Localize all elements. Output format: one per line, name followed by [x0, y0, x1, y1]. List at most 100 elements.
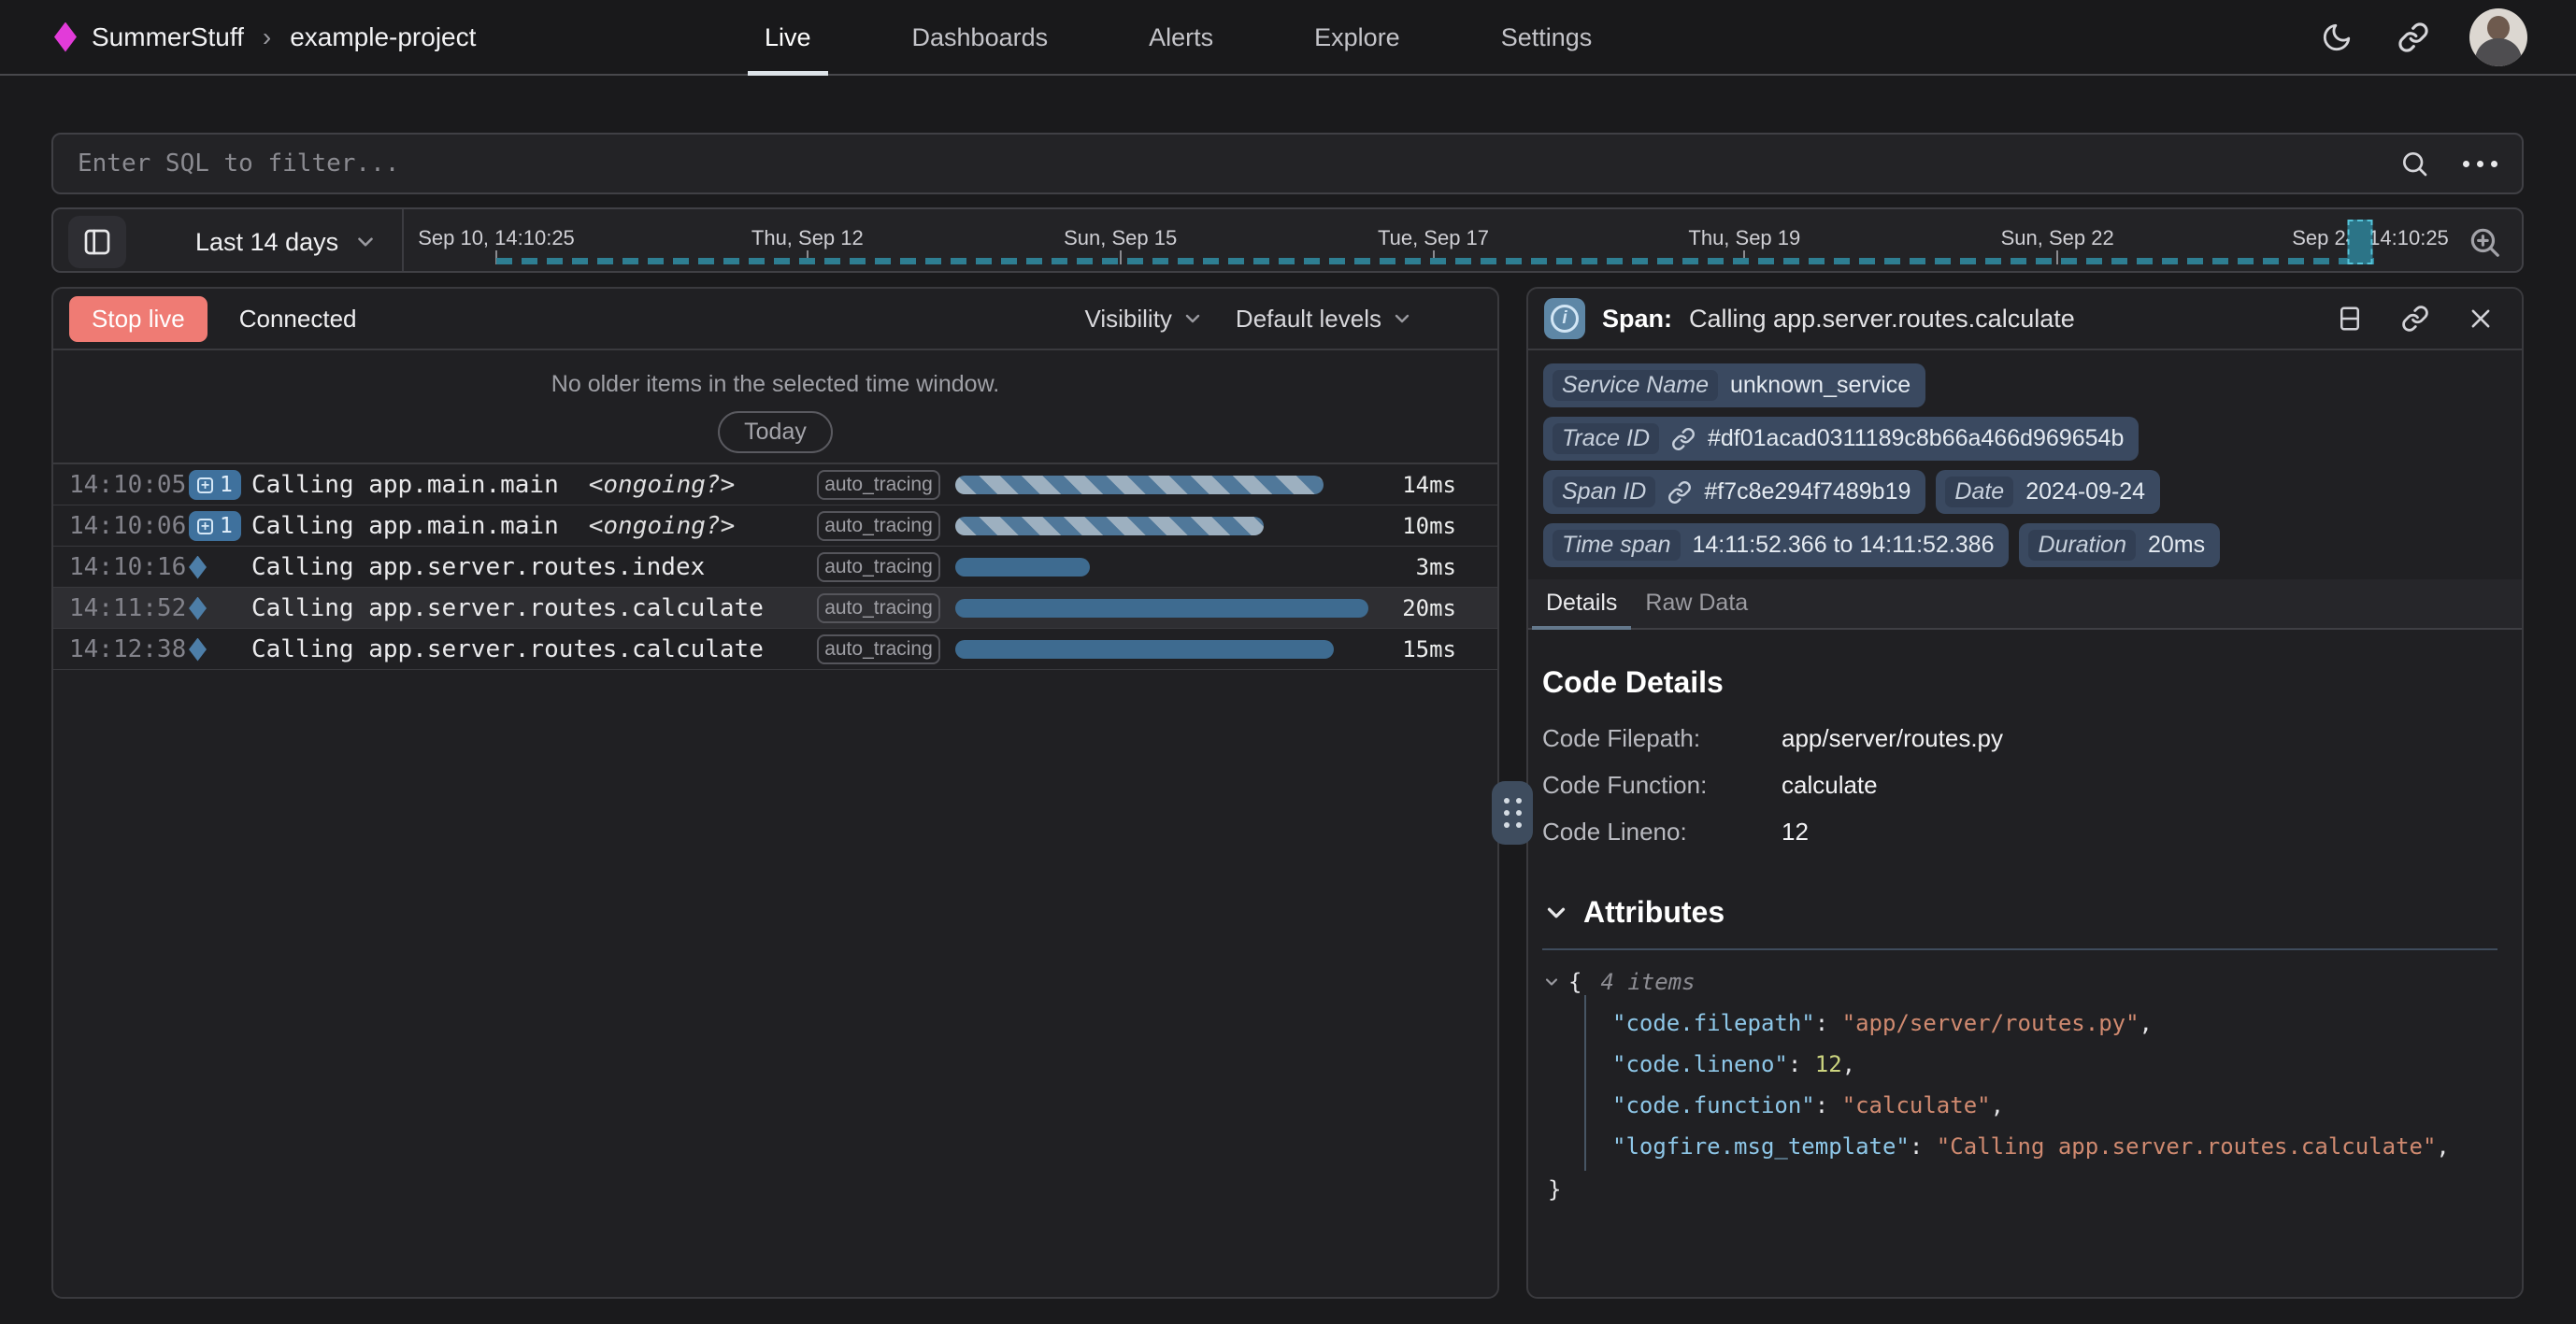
- collapsed-count-badge[interactable]: +1: [189, 511, 241, 541]
- project-name[interactable]: example-project: [290, 22, 476, 52]
- share-link-icon[interactable]: [2393, 17, 2434, 58]
- chevron-down-icon: [353, 230, 378, 254]
- badge-value: 20ms: [2148, 532, 2205, 559]
- sidebar-toggle-icon[interactable]: [68, 216, 126, 268]
- visibility-label: Visibility: [1084, 305, 1171, 334]
- log-message: Calling app.server.routes.index: [251, 547, 705, 588]
- log-row[interactable]: 14:10:16 Calling app.server.routes.index…: [53, 547, 1497, 588]
- stop-live-button[interactable]: Stop live: [69, 296, 208, 342]
- sql-filter-bar: [51, 133, 2524, 194]
- divider: [1542, 948, 2497, 950]
- expand-icon: +: [197, 477, 213, 493]
- log-row-selected[interactable]: 14:11:52 Calling app.server.routes.calcu…: [53, 588, 1497, 629]
- badge-value: #df01acad0311189c8b66a466d969654b: [1708, 425, 2124, 452]
- span-detail-panel: i Span: Calling app.server.routes.calcul…: [1526, 287, 2524, 1299]
- search-icon[interactable]: [2394, 143, 2435, 184]
- tag-auto-tracing[interactable]: auto_tracing: [817, 634, 940, 664]
- default-levels-dropdown[interactable]: Default levels: [1236, 305, 1413, 334]
- connection-status: Connected: [239, 305, 357, 334]
- live-log-header: Stop live Connected Visibility Default l…: [53, 289, 1497, 350]
- log-message: Calling app.main.main: [251, 505, 559, 547]
- theme-moon-icon[interactable]: [2316, 17, 2357, 58]
- log-row[interactable]: 14:10:05 +1 Calling app.main.main<ongoin…: [53, 464, 1497, 505]
- copy-link-icon[interactable]: [2395, 298, 2436, 339]
- span-diamond-icon: [189, 638, 207, 662]
- json-value: "Calling app.server.routes.calculate": [1937, 1133, 2437, 1160]
- tab-alerts[interactable]: Alerts: [1143, 0, 1219, 76]
- attributes-section-toggle[interactable]: Attributes: [1542, 895, 2497, 930]
- info-icon: i: [1544, 298, 1585, 339]
- json-entry: "code.lineno": 12,: [1612, 1044, 2497, 1085]
- timeline-tick-label: Sun, Sep 22: [2001, 226, 2114, 250]
- log-time: 14:12:38: [69, 629, 186, 670]
- close-icon[interactable]: [2460, 298, 2501, 339]
- log-rows: 14:10:05 +1 Calling app.main.main<ongoin…: [53, 464, 1497, 670]
- log-duration: 20ms: [1335, 588, 1456, 629]
- breadcrumb-separator: ›: [259, 22, 275, 52]
- duration-bar: [955, 599, 1368, 618]
- json-key: "code.filepath": [1612, 1010, 1815, 1036]
- tag-auto-tracing[interactable]: auto_tracing: [817, 511, 940, 541]
- log-time: 14:10:06: [69, 505, 186, 547]
- json-key: "code.function": [1612, 1092, 1815, 1118]
- tab-settings[interactable]: Settings: [1496, 0, 1598, 76]
- today-button[interactable]: Today: [718, 411, 833, 453]
- json-open-brace: {: [1568, 969, 1581, 995]
- tag-auto-tracing[interactable]: auto_tracing: [817, 470, 940, 500]
- divider: [402, 209, 404, 271]
- org-name[interactable]: SummerStuff: [92, 22, 244, 52]
- badge-label: Span ID: [1553, 477, 1655, 507]
- badge-span-id[interactable]: Span ID #f7c8e294f7489b19: [1543, 470, 1925, 514]
- split-panel-icon[interactable]: [2329, 298, 2370, 339]
- badge-service-name: Service Name unknown_service: [1543, 363, 1925, 407]
- json-items-count: 4 items: [1600, 969, 1695, 995]
- kv-label: Code Lineno:: [1542, 818, 1782, 847]
- empty-window-notice: No older items in the selected time wind…: [53, 350, 1497, 464]
- badge-value: #f7c8e294f7489b19: [1704, 478, 1911, 505]
- tag-auto-tracing[interactable]: auto_tracing: [817, 552, 940, 582]
- span-meta-badges: Service Name unknown_service Trace ID #d…: [1528, 350, 2522, 567]
- log-duration: 10ms: [1335, 505, 1456, 547]
- panel-resize-handle[interactable]: [1492, 781, 1533, 845]
- more-options-icon[interactable]: [2463, 161, 2497, 167]
- tab-details[interactable]: Details: [1532, 578, 1631, 628]
- timeline-axis[interactable]: Sep 10, 14:10:25 Thu, Sep 12 Sun, Sep 15…: [496, 209, 2370, 271]
- tab-dashboards[interactable]: Dashboards: [907, 0, 1054, 76]
- kv-label: Code Function:: [1542, 771, 1782, 800]
- timeline-tick-label: Thu, Sep 19: [1688, 226, 1800, 250]
- nav-tabs: Live Dashboards Alerts Explore Settings: [759, 0, 1597, 76]
- visibility-dropdown[interactable]: Visibility: [1084, 305, 1203, 334]
- log-duration: 14ms: [1335, 464, 1456, 505]
- tag-auto-tracing[interactable]: auto_tracing: [817, 593, 940, 623]
- log-row[interactable]: 14:10:06 +1 Calling app.main.main<ongoin…: [53, 505, 1497, 547]
- json-value: "app/server/routes.py": [1842, 1010, 2140, 1036]
- badge-value: unknown_service: [1730, 372, 1911, 399]
- json-entry: "logfire.msg_template": "Calling app.ser…: [1612, 1126, 2497, 1167]
- code-details-heading: Code Details: [1542, 665, 2497, 700]
- log-time: 14:11:52: [69, 588, 186, 629]
- zoom-in-icon[interactable]: [2464, 221, 2505, 263]
- nav-actions: [2316, 8, 2576, 66]
- timeline-tick-label: Thu, Sep 12: [751, 226, 864, 250]
- chevron-down-icon: [1391, 307, 1413, 330]
- tab-live[interactable]: Live: [759, 0, 817, 76]
- attributes-json-viewer: { 4 items "code.filepath": "app/server/r…: [1542, 969, 2497, 1208]
- tab-explore[interactable]: Explore: [1309, 0, 1406, 76]
- collapse-chevron-icon[interactable]: [1542, 973, 1561, 991]
- ongoing-label: <ongoing?>: [589, 464, 736, 505]
- user-avatar[interactable]: [2469, 8, 2527, 66]
- duration-bar: [955, 517, 1264, 535]
- tab-raw-data[interactable]: Raw Data: [1631, 578, 1762, 628]
- time-range-dropdown[interactable]: Last 14 days: [195, 209, 378, 275]
- badge-trace-id[interactable]: Trace ID #df01acad0311189c8b66a466d96965…: [1543, 417, 2139, 461]
- attributes-heading: Attributes: [1583, 895, 1724, 930]
- sql-filter-input[interactable]: [78, 149, 2394, 178]
- log-row[interactable]: 14:12:38 Calling app.server.routes.calcu…: [53, 629, 1497, 670]
- duration-bar: [955, 558, 1090, 577]
- badge-label: Trace ID: [1553, 423, 1659, 454]
- kv-value: 12: [1782, 818, 2497, 847]
- span-detail-header: i Span: Calling app.server.routes.calcul…: [1528, 289, 2522, 350]
- top-nav: SummerStuff › example-project Live Dashb…: [0, 0, 2576, 76]
- collapsed-count-badge[interactable]: +1: [189, 470, 241, 500]
- timeline-activity-line: [496, 258, 2374, 264]
